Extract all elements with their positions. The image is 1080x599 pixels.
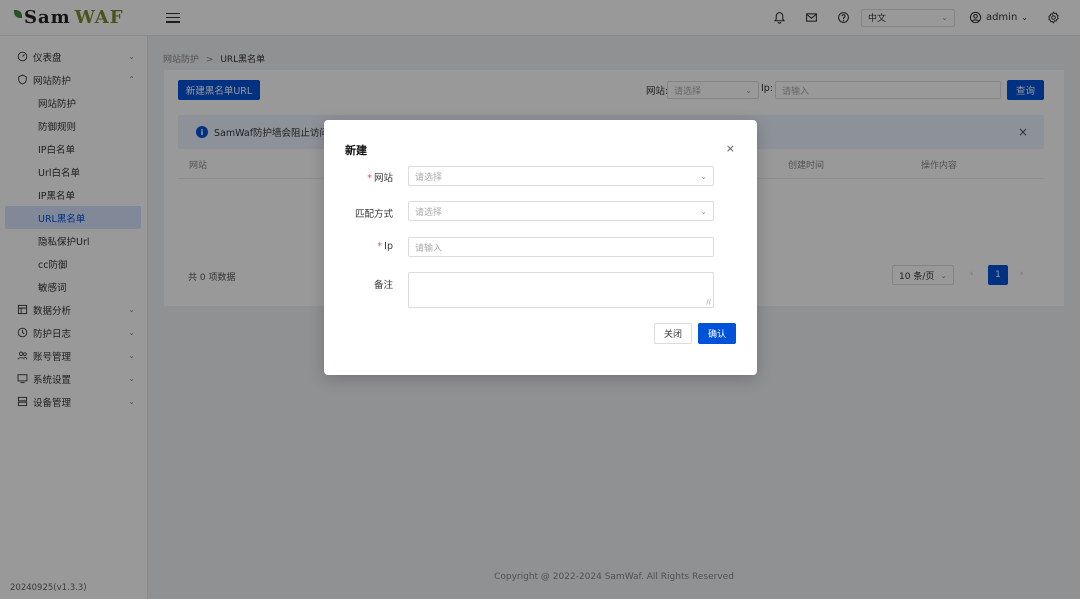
site-field-label: * 网站 [367,170,393,184]
remark-field-label: 备注 [373,280,393,291]
close-button[interactable]: 关闭 [654,323,692,344]
ip-label-text: Ip [384,241,393,252]
site-select-placeholder: 请选择 [415,172,443,183]
ip-input-placeholder: 请输入 [415,243,443,254]
chevron-down-icon: ⌄ [700,206,707,216]
site-label-text: 网站 [373,173,393,184]
required-marker: * [367,173,372,184]
site-select[interactable]: 请选择 ⌄ [408,166,714,186]
match-field-label: 匹配方式 [354,209,393,220]
dialog-title: 新建 [345,144,367,157]
ip-input[interactable]: 请输入 [408,237,714,257]
resize-handle-icon[interactable]: ∕∕ [706,298,711,306]
confirm-button[interactable]: 确认 [698,323,736,344]
remark-textarea[interactable]: ∕∕ [408,272,714,308]
ip-field-label: * Ip [377,241,393,252]
close-icon[interactable]: × [726,142,735,155]
match-method-select[interactable]: 请选择 ⌄ [408,201,714,221]
chevron-down-icon: ⌄ [700,171,707,181]
new-dialog: 新建 × * 网站 请选择 ⌄ 匹配方式 请选择 ⌄ * Ip 请输入 备注 ∕∕ … [324,120,757,375]
match-select-placeholder: 请选择 [415,207,443,218]
required-marker: * [377,241,383,252]
